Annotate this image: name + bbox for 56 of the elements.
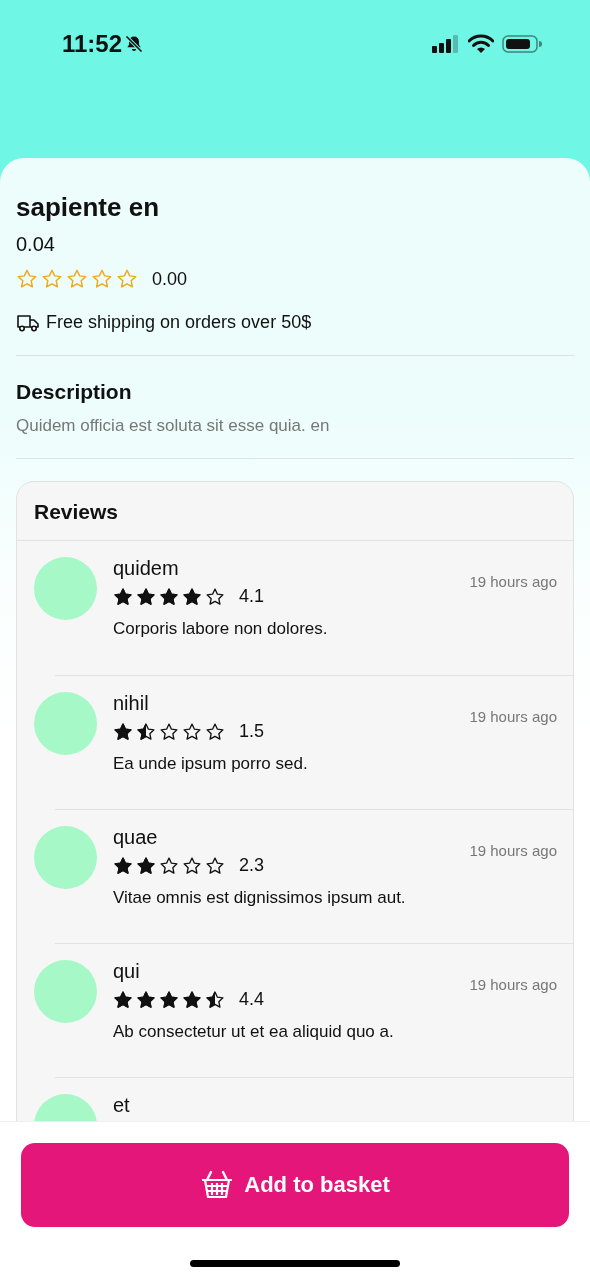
review-time: 19 hours ago bbox=[469, 573, 557, 590]
review-time: 19 hours ago bbox=[469, 976, 557, 993]
reviewer-name: et bbox=[113, 1094, 131, 1117]
star-icon bbox=[205, 586, 225, 607]
star-icon bbox=[205, 989, 225, 1010]
star-icon bbox=[136, 721, 156, 742]
shipping-note: Free shipping on orders over 50$ bbox=[46, 312, 312, 333]
star-icon bbox=[159, 855, 179, 876]
battery-icon bbox=[502, 34, 542, 54]
description-text: Quidem officia est soluta sit esse quia. en bbox=[16, 416, 331, 436]
star-icon bbox=[113, 989, 133, 1010]
review-text: Corporis labore non dolores. bbox=[113, 619, 329, 639]
rating-value: 4.4 bbox=[239, 989, 265, 1010]
product-name: sapiente en bbox=[16, 192, 161, 223]
wifi-icon bbox=[468, 34, 494, 54]
basket-icon bbox=[200, 1170, 235, 1200]
rating-value: 1.5 bbox=[239, 721, 265, 742]
review-time: 19 hours ago bbox=[469, 708, 557, 725]
review-text: Vitae omnis est dignissimos ipsum aut. bbox=[113, 888, 407, 908]
rating-value: 0.00 bbox=[152, 268, 188, 290]
reviewer-name: quae bbox=[113, 826, 159, 849]
star-icon bbox=[116, 268, 138, 290]
star-icon bbox=[182, 586, 202, 607]
star-icon bbox=[136, 586, 156, 607]
review-time: 19 hours ago bbox=[469, 842, 557, 859]
section-title: Reviews bbox=[17, 482, 573, 541]
product-price: 0.04 bbox=[16, 233, 56, 256]
review-text: Ab consectetur ut et ea aliquid quo a. bbox=[113, 1022, 395, 1042]
star-icon bbox=[159, 586, 179, 607]
star-icon bbox=[113, 721, 133, 742]
signal-icon bbox=[432, 35, 460, 53]
star-icon bbox=[205, 855, 225, 876]
star-icon bbox=[182, 855, 202, 876]
star-icon bbox=[136, 855, 156, 876]
review-text: Ea unde ipsum porro sed. bbox=[113, 754, 309, 774]
reviewer-name: quidem bbox=[113, 557, 180, 580]
star-icon bbox=[182, 721, 202, 742]
star-icon bbox=[159, 989, 179, 1010]
reviewer-name: qui bbox=[113, 960, 141, 983]
truck-icon bbox=[16, 312, 40, 333]
star-icon bbox=[113, 855, 133, 876]
star-icon bbox=[159, 721, 179, 742]
status-time: 11:52 bbox=[62, 30, 123, 58]
star-icon bbox=[136, 989, 156, 1010]
star-icon bbox=[41, 268, 63, 290]
star-icon bbox=[182, 989, 202, 1010]
star-icon bbox=[16, 268, 38, 290]
star-icon bbox=[66, 268, 88, 290]
add-to-basket-button[interactable]: Add to basket bbox=[21, 1143, 569, 1227]
star-icon bbox=[205, 721, 225, 742]
reviewer-name: nihil bbox=[113, 692, 150, 715]
rating-value: 2.3 bbox=[239, 855, 265, 876]
star-icon bbox=[113, 586, 133, 607]
section-title: Description bbox=[16, 380, 133, 404]
rating-value: 4.1 bbox=[239, 586, 265, 607]
star-icon bbox=[91, 268, 113, 290]
